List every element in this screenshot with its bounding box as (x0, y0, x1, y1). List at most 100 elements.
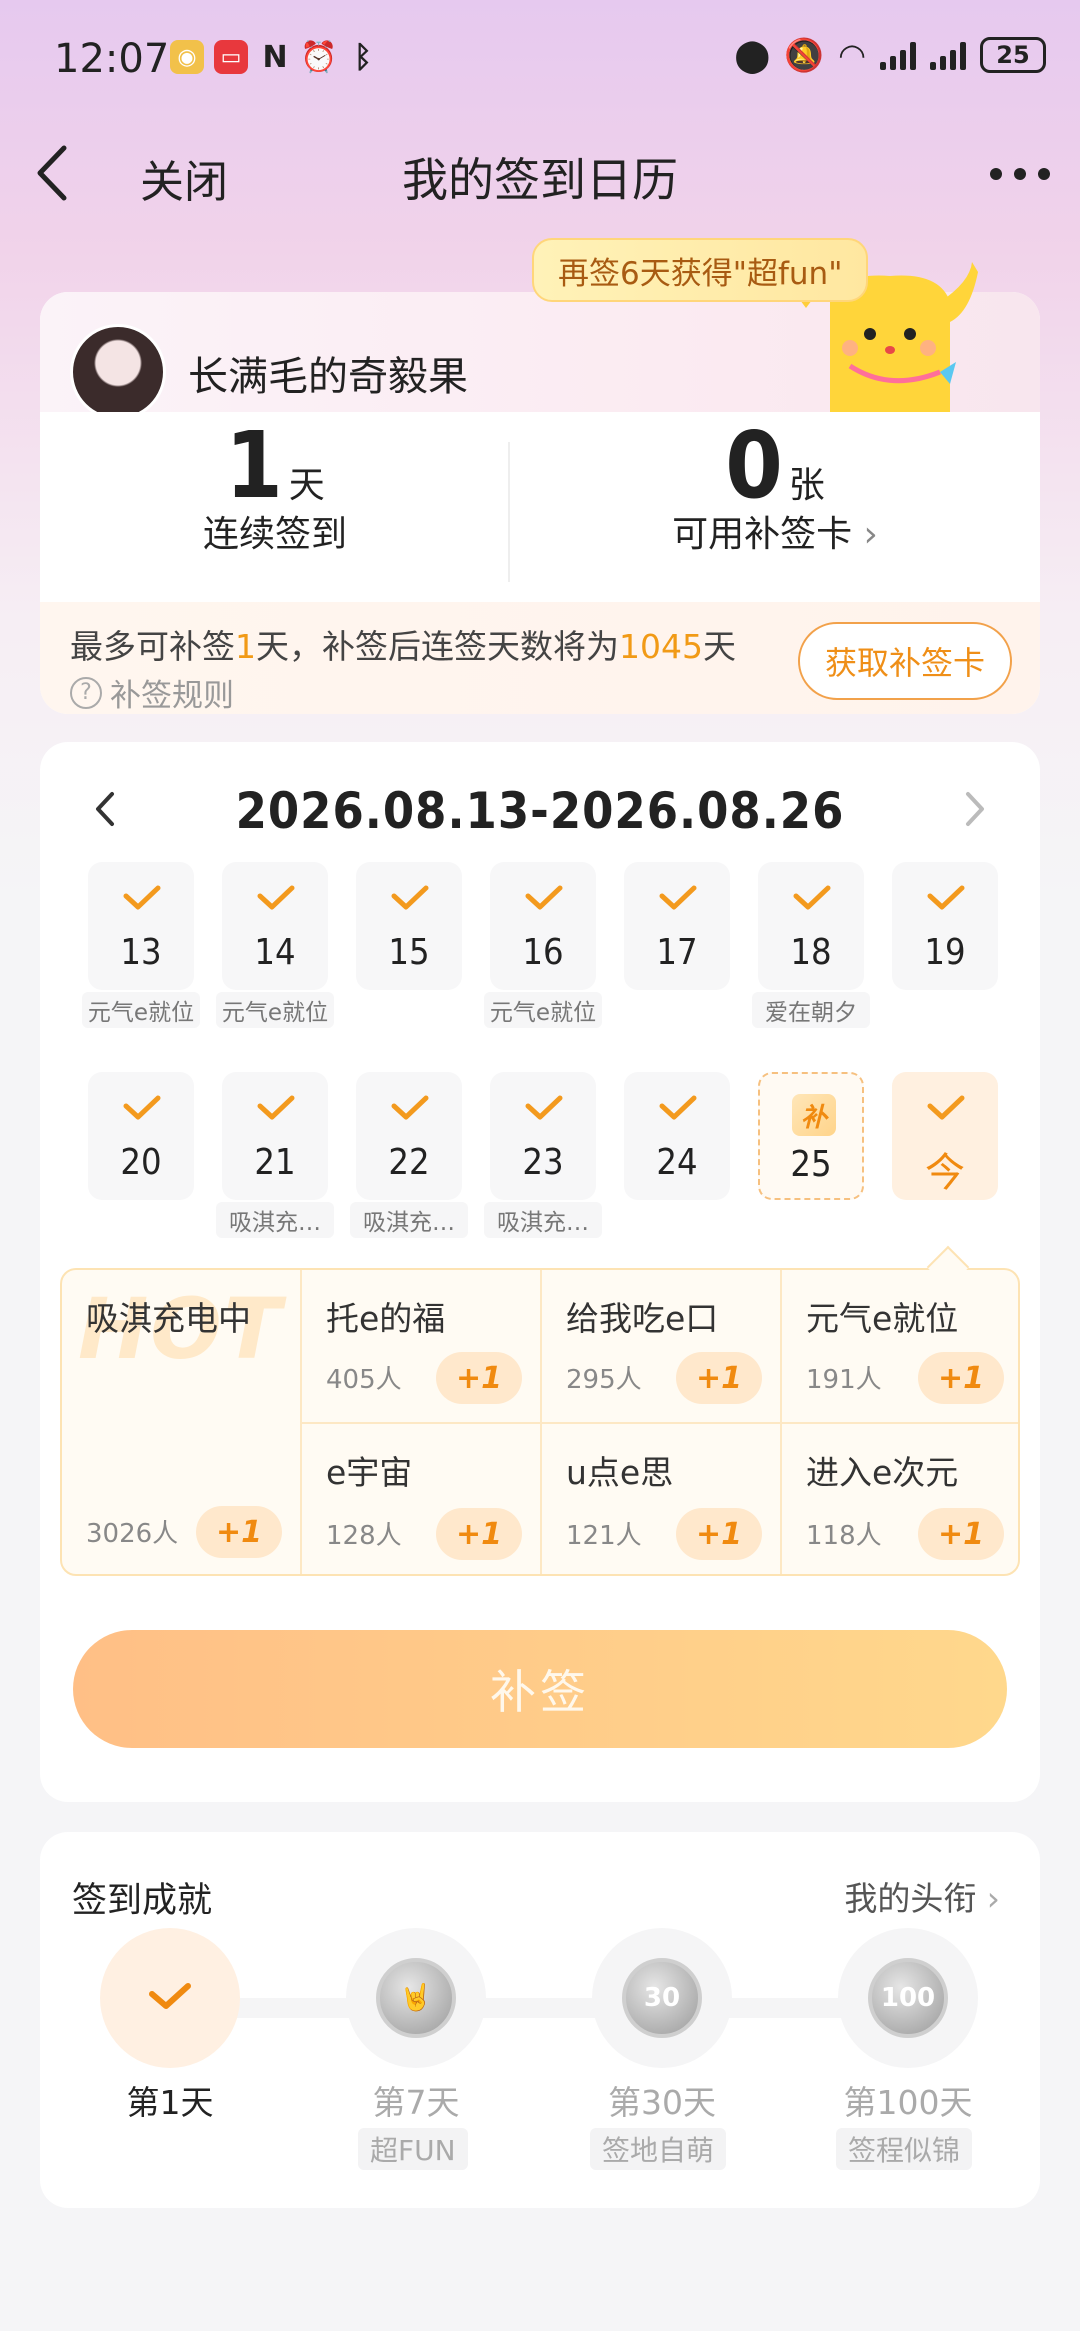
day-number: 21 (254, 1142, 296, 1183)
date-range: 2026.08.13-2026.08.26 (235, 782, 845, 840)
day-number: 23 (522, 1142, 564, 1183)
makeup-badge: 补 (792, 1094, 836, 1136)
medal-day-7[interactable]: 🤘 (346, 1928, 486, 2068)
topic-plus-button[interactable]: +1 (436, 1508, 522, 1560)
topic-name: 进入e次元 (806, 1453, 959, 1492)
calendar-card: 2026.08.13-2026.08.26 13 元气e就位 14 元气e就位 15 16… (40, 742, 1040, 1802)
achievement-progress-line (160, 1998, 920, 2018)
medal-day-30[interactable]: 30 (592, 1928, 732, 2068)
calendar-day[interactable]: 21 (222, 1072, 328, 1200)
calendar-day[interactable]: 22 (356, 1072, 462, 1200)
day-number: 17 (656, 932, 698, 973)
day-number: 20 (120, 1142, 162, 1183)
calendar-day[interactable]: 23 (490, 1072, 596, 1200)
page-title: 我的签到日历 (402, 153, 678, 207)
my-titles-link[interactable]: 我的头衔 › (844, 1872, 1000, 1920)
milestone-badge: 签程似锦 (836, 2128, 973, 2170)
topic-plus-button[interactable]: +1 (918, 1508, 1004, 1560)
check-icon (257, 885, 295, 910)
achievements-card: 签到成就 我的头衔 › 第1天 🤘 第7天 超FUN 30 第30天 签地自萌 … (40, 1832, 1040, 2208)
day-number: 24 (656, 1142, 698, 1183)
day-topic-tag: 吸淇充… (484, 1202, 602, 1238)
calendar-day[interactable]: 13 (88, 862, 194, 990)
topic-count: 405人 (326, 1365, 402, 1395)
calendar-day-today[interactable]: 今 (892, 1072, 998, 1200)
day-number: 18 (790, 932, 832, 973)
topic-name: e宇宙 (326, 1453, 413, 1492)
check-icon (391, 885, 429, 910)
calendar-header: 2026.08.13-2026.08.26 (40, 778, 1040, 848)
day-number: 14 (254, 932, 296, 973)
medal-day-1[interactable] (100, 1928, 240, 2068)
calendar-day[interactable]: 15 (356, 862, 462, 990)
check-icon (123, 885, 161, 910)
topic-featured[interactable]: HOT 吸淇充电中 3026人 +1 (62, 1270, 302, 1574)
streak-unit: 天 (288, 465, 325, 506)
topic-name: 托e的福 (326, 1299, 446, 1338)
check-icon (927, 1095, 965, 1120)
makeup-info-strip: 最多可补签1天，补签后连签天数将为1045天 ? 补签规则 获取补签卡 (40, 602, 1040, 714)
topic-item[interactable]: u点e思 121人 +1 (542, 1424, 782, 1574)
horn-hand-medal-icon: 🤘 (376, 1958, 456, 2038)
calendar-day[interactable]: 24 (624, 1072, 730, 1200)
day-topic-tag: 吸淇充… (216, 1202, 334, 1238)
topic-item[interactable]: 给我吃e口 295人 +1 (542, 1270, 782, 1424)
topic-plus-button[interactable]: +1 (676, 1508, 762, 1560)
topic-count: 191人 (806, 1365, 882, 1395)
topic-count: 295人 (566, 1365, 642, 1395)
day-number: 13 (120, 932, 162, 973)
day-number: 16 (522, 932, 564, 973)
alarm-icon: ⏰ (300, 39, 338, 75)
nav-bar: 关闭 我的签到日历 (0, 130, 1080, 220)
promo-bubble: 再签6天获得"超fun" (532, 238, 869, 302)
get-makeup-card-button[interactable]: 获取补签卡 (798, 622, 1012, 700)
avatar[interactable] (70, 324, 166, 420)
check-icon (257, 1095, 295, 1120)
streak-value: 1 (225, 412, 283, 519)
calendar-day[interactable]: 补 25 (758, 1072, 864, 1200)
day-number: 19 (924, 932, 966, 973)
status-bar: 12:07 ◉ ▭ N ⏰ ᛒ ⬤ 🔕 ◠ 25 (0, 0, 1080, 125)
topic-item[interactable]: 进入e次元 118人 +1 (782, 1424, 1018, 1574)
calendar-day[interactable]: 17 (624, 862, 730, 990)
card-count-value: 0 (725, 412, 783, 519)
calendar-day[interactable]: 19 (892, 862, 998, 990)
topic-plus-button[interactable]: +1 (676, 1352, 762, 1404)
signal-icon-1 (880, 40, 916, 70)
topic-name: 元气e就位 (806, 1299, 959, 1338)
topic-item[interactable]: 托e的福 405人 +1 (302, 1270, 542, 1424)
calendar-day[interactable]: 16 (490, 862, 596, 990)
topic-plus-button[interactable]: +1 (436, 1352, 522, 1404)
check-icon (659, 1095, 697, 1120)
calendar-day[interactable]: 18 (758, 862, 864, 990)
more-icon[interactable] (990, 168, 1050, 180)
medal-day-100[interactable]: 100 (838, 1928, 978, 2068)
milestone-label: 第30天 (608, 2083, 716, 2122)
battery-icon: 25 (980, 37, 1046, 73)
check-icon (927, 885, 965, 910)
check-icon (123, 1095, 161, 1120)
weibo-icon: ◉ (170, 40, 204, 74)
topic-plus-button[interactable]: +1 (918, 1352, 1004, 1404)
topic-name: u点e思 (566, 1453, 674, 1492)
days-100-medal-icon: 100 (868, 1958, 948, 2038)
milestone-badge: 超FUN (358, 2128, 468, 2170)
topic-item[interactable]: 元气e就位 191人 +1 (782, 1270, 1018, 1424)
topic-name: 吸淇充电中 (86, 1299, 251, 1338)
calendar-day[interactable]: 14 (222, 862, 328, 990)
makeup-rule-link[interactable]: ? 补签规则 (70, 670, 234, 714)
signal-icon-2 (930, 40, 966, 70)
topic-plus-button[interactable]: +1 (196, 1506, 282, 1558)
makeup-card-stat[interactable]: 0张 可用补签卡 › (510, 412, 1040, 557)
card-count-unit: 张 (788, 465, 825, 506)
day-number: 22 (388, 1142, 430, 1183)
check-icon (793, 885, 831, 910)
milestone-label: 第7天 (372, 2083, 460, 2122)
topic-item[interactable]: e宇宙 128人 +1 (302, 1424, 542, 1574)
system-icons: ⬤ 🔕 ◠ 25 (734, 36, 1046, 74)
check-icon (149, 1983, 191, 2009)
bluetooth-icon: ᛒ (354, 39, 372, 75)
calendar-day[interactable]: 20 (88, 1072, 194, 1200)
makeup-sign-button[interactable]: 补签 (73, 1630, 1007, 1748)
next-week-icon[interactable] (954, 784, 994, 834)
